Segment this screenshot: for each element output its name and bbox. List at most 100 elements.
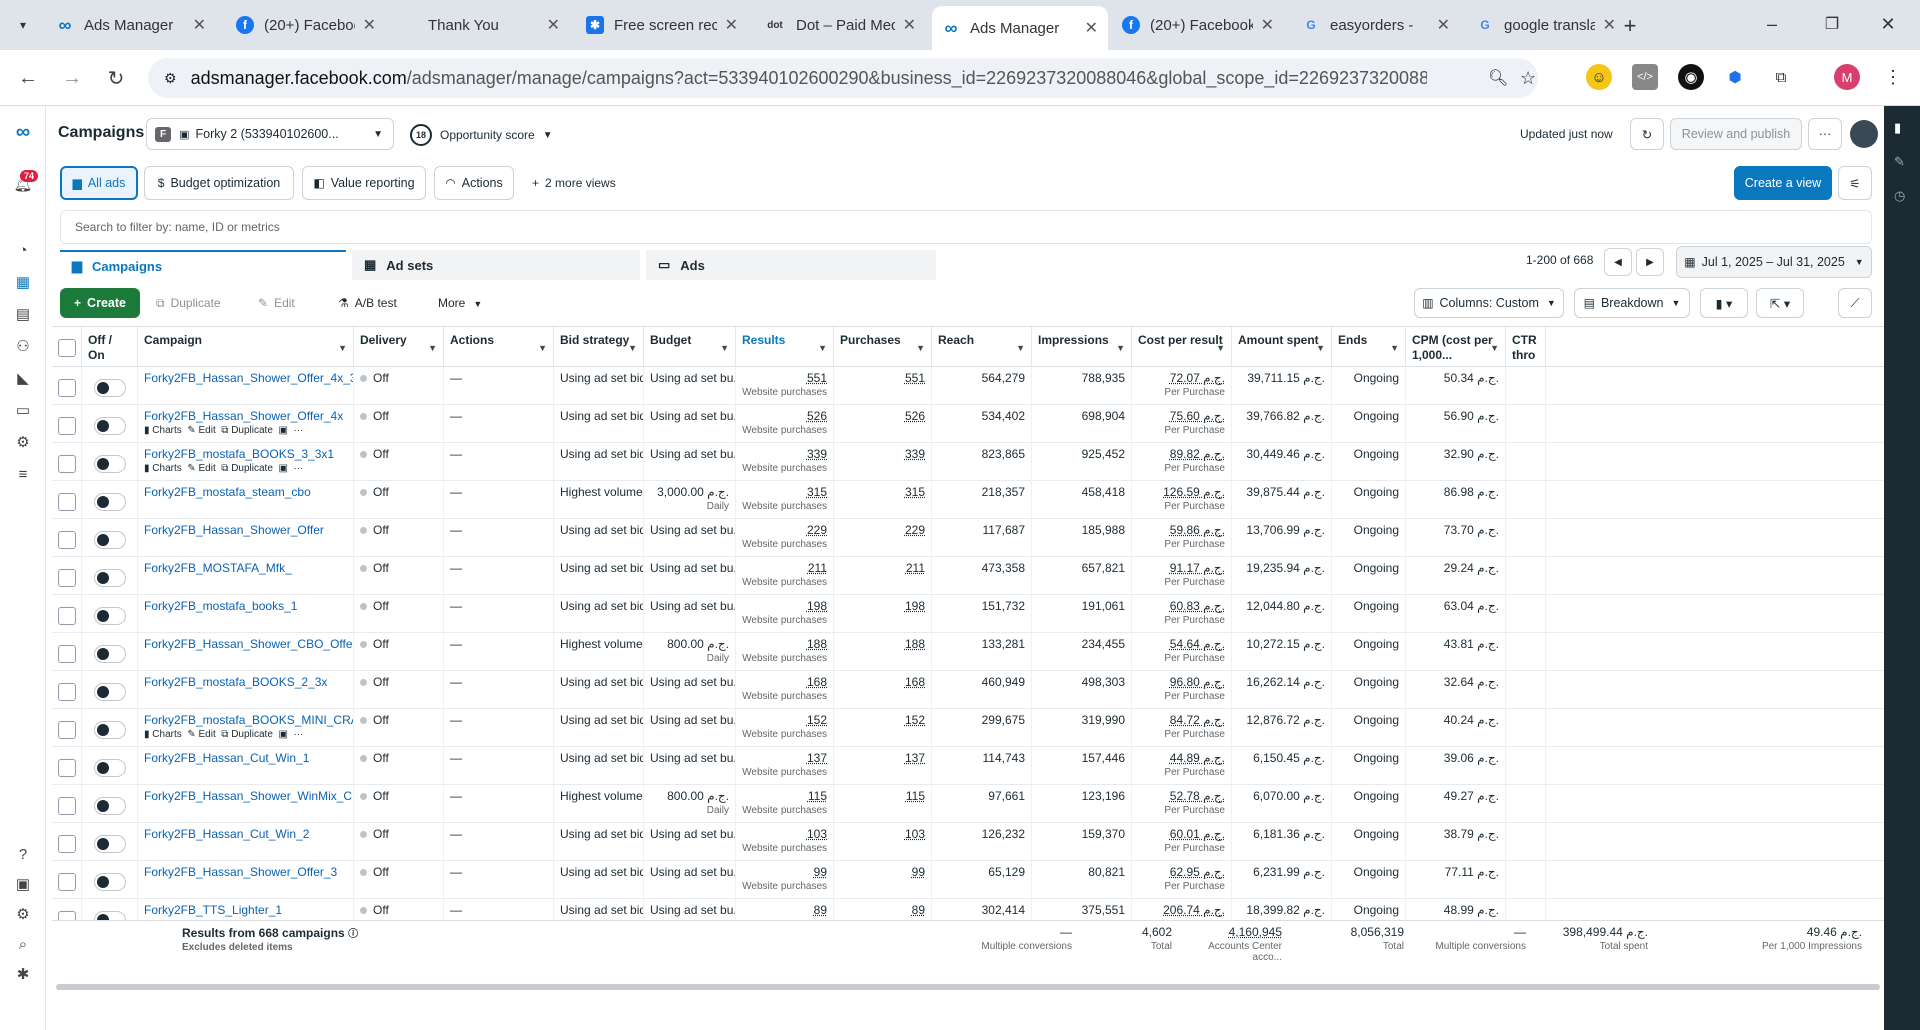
table-row[interactable]: Forky2FB_Hassan_Shower_Offer Off — Using ad… [52, 519, 1884, 557]
row-charts-link[interactable]: Charts [152, 463, 181, 474]
results-value[interactable]: 152 [807, 713, 827, 727]
browser-tab[interactable]: Thank You ✕ [390, 8, 570, 42]
column-menu-chevron-icon[interactable]: ▼ [818, 341, 827, 356]
purchases-value[interactable]: 211 [906, 561, 925, 575]
forward-icon[interactable]: → [56, 62, 88, 94]
more-horizontal-icon[interactable]: ··· [293, 425, 303, 436]
view-actions[interactable]: ◠ Actions [434, 166, 514, 200]
cost-per-result-value[interactable]: 84.72 ج.م. [1170, 713, 1225, 727]
help-icon[interactable]: ? [11, 842, 35, 866]
browser-tab[interactable]: ∞ Ads Manager ✕ [932, 6, 1108, 50]
campaign-toggle[interactable] [94, 455, 126, 473]
purchases-value[interactable]: 188 [905, 637, 925, 651]
table-row[interactable]: Forky2FB_Hassan_Shower_CBO_Offer_Pics Off… [52, 633, 1884, 671]
column-menu-chevron-icon[interactable]: ▼ [1390, 341, 1399, 356]
charts-toggle-button[interactable]: ⟋ [1838, 288, 1872, 318]
purchases-value[interactable]: 89 [912, 903, 925, 917]
search-icon[interactable]: ⌕ [11, 932, 35, 956]
campaigns-table-icon[interactable]: ▦ [11, 270, 35, 294]
table-row[interactable]: Forky2FB_Hassan_Shower_Offer_4x_3 Off — Usi… [52, 367, 1884, 405]
browser-tab[interactable]: Ggoogle translate ✕ [1466, 8, 1626, 42]
cost-per-result-value[interactable]: 206.74 ج.م. [1163, 903, 1225, 917]
history-icon[interactable]: ◷ [1894, 188, 1905, 204]
reports-button[interactable]: ▮ ▾ [1700, 288, 1748, 318]
cost-per-result-value[interactable]: 96.80 ج.م. [1170, 675, 1225, 689]
duplicate-button[interactable]: ⧉ Duplicate [156, 296, 221, 311]
campaign-toggle[interactable] [94, 721, 126, 739]
meta-logo-icon[interactable]: ∞ [11, 120, 35, 144]
reload-icon[interactable]: ↻ [100, 62, 132, 94]
close-tab-icon[interactable]: ✕ [547, 15, 560, 35]
row-checkbox[interactable] [58, 835, 76, 853]
browser-tab[interactable]: ✱ Free screen recorder ✕ [576, 8, 748, 42]
column-menu-chevron-icon[interactable]: ▼ [1016, 341, 1025, 356]
charts-icon[interactable]: ▮ [144, 463, 150, 474]
close-tab-icon[interactable]: ✕ [1261, 15, 1274, 35]
preview-icon[interactable]: ▣ [278, 729, 287, 740]
column-header[interactable]: Budget ▼ [644, 327, 736, 367]
refresh-button[interactable]: ↻ [1630, 118, 1664, 150]
site-info-icon[interactable]: ⚙ [164, 70, 177, 87]
bug-report-icon[interactable]: ✱ [11, 962, 35, 986]
zoom-icon[interactable]: 🔍︎ [1488, 68, 1508, 88]
export-button[interactable]: ⇱ ▾ [1756, 288, 1804, 318]
close-tab-icon[interactable]: ✕ [363, 15, 376, 35]
results-value[interactable]: 188 [807, 637, 827, 651]
close-tab-icon[interactable]: ✕ [903, 15, 916, 35]
campaign-toggle[interactable] [94, 835, 126, 853]
campaign-toggle[interactable] [94, 873, 126, 891]
results-value[interactable]: 99 [814, 865, 827, 879]
row-checkbox[interactable] [58, 455, 76, 473]
campaign-name-link[interactable]: Forky2FB_Hassan_Shower_Offer_4x_3 [144, 371, 353, 385]
row-charts-link[interactable]: Charts [152, 729, 181, 740]
horizontal-scrollbar[interactable] [56, 984, 1880, 990]
column-header[interactable]: Reach ▼ [932, 327, 1032, 367]
cost-per-result-value[interactable]: 89.82 ج.م. [1170, 447, 1225, 461]
cost-per-result-value[interactable]: 126.59 ج.م. [1163, 485, 1225, 499]
cost-per-result-value[interactable]: 59.86 ج.م. [1170, 523, 1225, 537]
campaign-toggle[interactable] [94, 645, 126, 663]
campaign-toggle[interactable] [94, 379, 126, 397]
column-menu-chevron-icon[interactable]: ▼ [1490, 341, 1499, 356]
cost-per-result-value[interactable]: 62.95 ج.م. [1170, 865, 1225, 879]
purchases-value[interactable]: 526 [905, 409, 925, 423]
row-checkbox[interactable] [58, 607, 76, 625]
column-menu-chevron-icon[interactable]: ▼ [916, 341, 925, 356]
table-row[interactable]: Forky2FB_MOSTAFA_Mfk_ Off — Using ad set bi… [52, 557, 1884, 595]
cost-per-result-value[interactable]: 52.78 ج.م. [1170, 789, 1225, 803]
next-page-button[interactable]: ▶ [1636, 248, 1664, 276]
purchases-value[interactable]: 551 [905, 371, 925, 385]
charts-icon[interactable]: ▮ [144, 729, 150, 740]
charts-icon[interactable]: ▮ [144, 425, 150, 436]
row-checkbox[interactable] [58, 797, 76, 815]
row-checkbox[interactable] [58, 873, 76, 891]
table-row[interactable]: Forky2FB_mostafa_books_1 Off — Using ad set… [52, 595, 1884, 633]
view-all-ads[interactable]: ▆ All ads [60, 166, 138, 200]
column-header[interactable]: Off / On [82, 327, 138, 367]
purchases-value[interactable]: 115 [906, 789, 925, 803]
chart-icon[interactable]: ▮ [1894, 120, 1901, 136]
close-tab-icon[interactable]: ✕ [1603, 15, 1616, 35]
table-row[interactable]: Forky2FB_mostafa_BOOKS_MINI_CRASH_2 ▮ Cha… [52, 709, 1884, 747]
column-header[interactable]: Bid strategy ▼ [554, 327, 644, 367]
results-value[interactable]: 198 [807, 599, 827, 613]
business-settings-icon[interactable]: ⚙ [11, 430, 35, 454]
purchases-value[interactable]: 137 [905, 751, 925, 765]
results-value[interactable]: 339 [807, 447, 827, 461]
column-header[interactable]: Cost per result ▼ [1132, 327, 1232, 367]
extension-shield-icon[interactable]: ⬢ [1722, 64, 1748, 90]
column-menu-chevron-icon[interactable]: ▼ [428, 341, 437, 356]
ab-test-button[interactable]: ⚗ A/B test [338, 296, 397, 310]
results-value[interactable]: 168 [807, 675, 827, 689]
purchases-value[interactable]: 315 [905, 485, 925, 499]
row-checkbox[interactable] [58, 569, 76, 587]
review-publish-button[interactable]: Review and publish [1670, 118, 1802, 150]
row-edit-link[interactable]: Edit [198, 425, 215, 436]
column-menu-chevron-icon[interactable]: ▼ [538, 341, 547, 356]
row-checkbox[interactable] [58, 721, 76, 739]
table-row[interactable]: Forky2FB_mostafa_steam_cbo Off — Highest vo… [52, 481, 1884, 519]
column-header[interactable]: Purchases ▼ [834, 327, 932, 367]
campaign-name-link[interactable]: Forky2FB_Hassan_Shower_CBO_Offer_Pics [144, 637, 353, 651]
column-header[interactable]: Delivery ▼ [354, 327, 444, 367]
date-range-picker[interactable]: ▦ Jul 1, 2025 – Jul 31, 2025 ▼ [1676, 246, 1872, 278]
